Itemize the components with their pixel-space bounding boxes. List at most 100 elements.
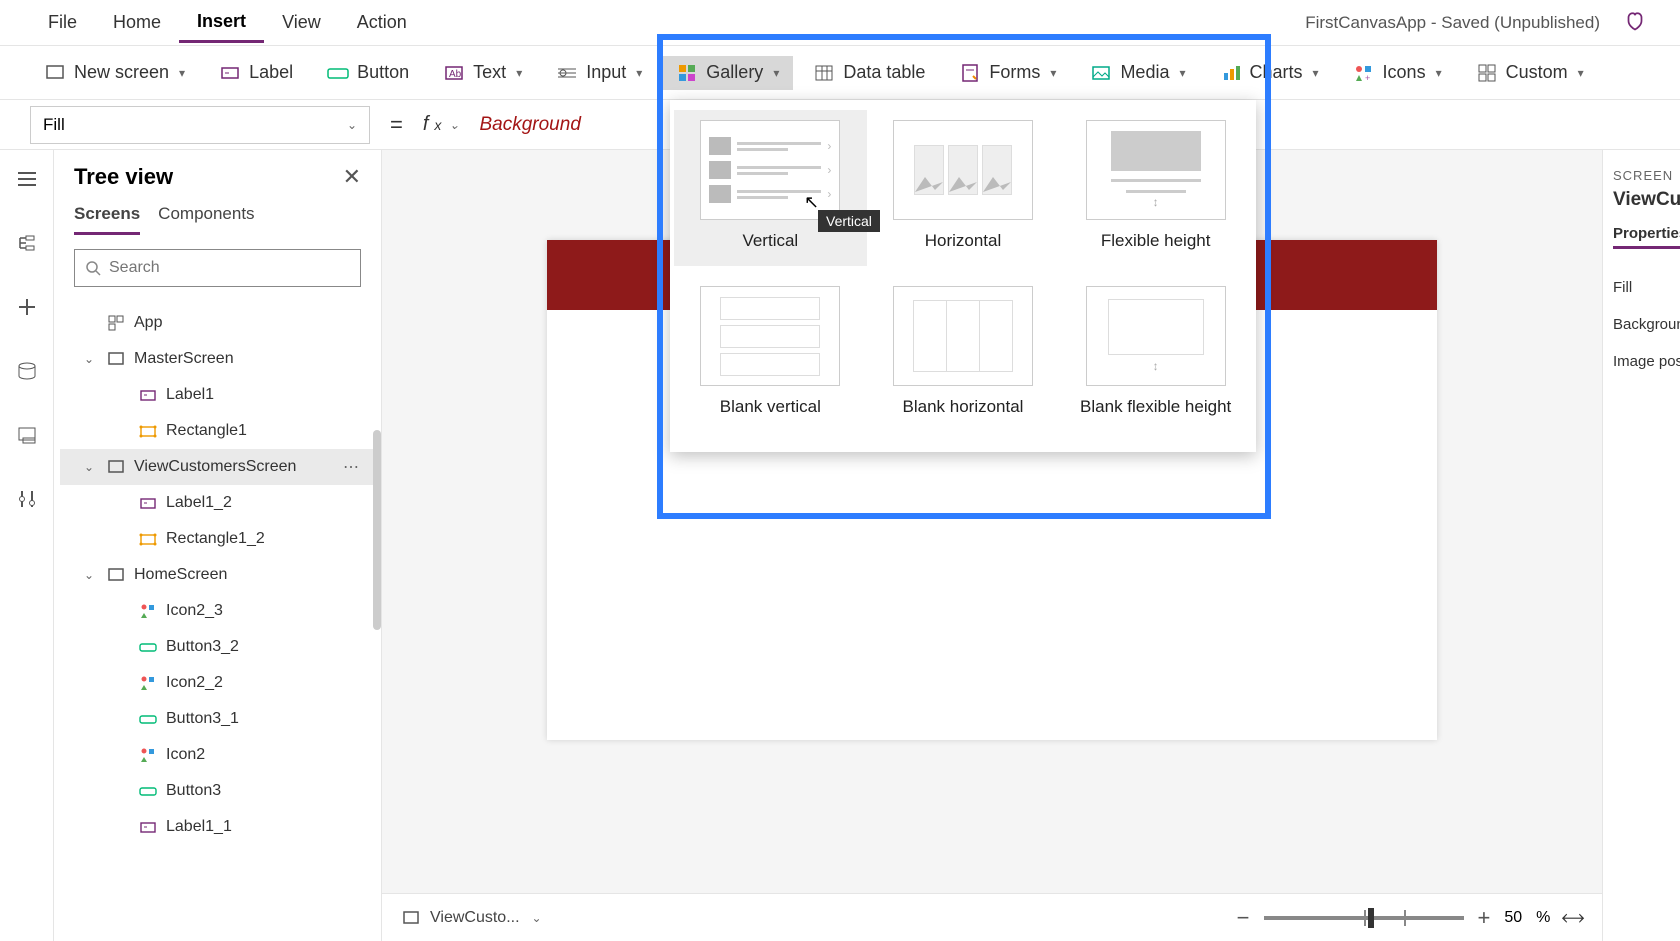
ribbon-label[interactable]: Label bbox=[205, 56, 307, 90]
zoom-slider[interactable] bbox=[1264, 916, 1464, 920]
media-icon bbox=[1090, 62, 1112, 84]
prop-row-fill[interactable]: Fill bbox=[1613, 269, 1670, 306]
tree-view-title: Tree view bbox=[74, 164, 173, 190]
tree-row[interactable]: Icon2_3 bbox=[60, 593, 381, 629]
ribbon-forms[interactable]: Forms ▾ bbox=[945, 56, 1070, 90]
advanced-tools-icon[interactable] bbox=[10, 482, 44, 516]
button-icon bbox=[138, 709, 158, 729]
label-icon bbox=[219, 62, 241, 84]
input-icon bbox=[556, 62, 578, 84]
tab-components[interactable]: Components bbox=[158, 204, 254, 235]
ribbon-text[interactable]: Ab Text ▾ bbox=[429, 56, 536, 90]
tree-row[interactable]: Icon2 bbox=[60, 737, 381, 773]
menu-file[interactable]: File bbox=[30, 4, 95, 41]
menu-insert[interactable]: Insert bbox=[179, 3, 264, 43]
gallery-vertical-thumb: › › › bbox=[700, 120, 840, 220]
ribbon-media-label: Media bbox=[1120, 62, 1169, 83]
forms-icon bbox=[959, 62, 981, 84]
gallery-opt-horizontal[interactable]: Horizontal bbox=[867, 110, 1060, 266]
text-icon: Ab bbox=[443, 62, 465, 84]
ribbon-data-table[interactable]: Data table bbox=[799, 56, 939, 90]
chevron-down-icon: ⌄ bbox=[449, 118, 459, 132]
hamburger-icon[interactable] bbox=[10, 162, 44, 196]
gallery-opt-vertical[interactable]: › › › Vertical bbox=[674, 110, 867, 266]
scrollbar[interactable] bbox=[373, 430, 381, 630]
tree-row[interactable]: ⌄ViewCustomersScreen⋯ bbox=[60, 449, 381, 485]
menu-action[interactable]: Action bbox=[339, 4, 425, 41]
gallery-dropdown: › › › Vertical Horizontal ↕ bbox=[670, 100, 1256, 452]
screen-icon bbox=[106, 565, 126, 585]
search-icon bbox=[85, 260, 101, 276]
add-icon[interactable] bbox=[10, 290, 44, 324]
tooltip: Vertical bbox=[818, 210, 880, 232]
ribbon-custom[interactable]: Custom ▾ bbox=[1462, 56, 1598, 90]
gallery-opt-label: Flexible height bbox=[1101, 230, 1211, 252]
tree-row[interactable]: Icon2_2 bbox=[60, 665, 381, 701]
tab-properties[interactable]: Properties bbox=[1613, 225, 1680, 249]
prop-row-background[interactable]: Background bbox=[1613, 306, 1670, 343]
menu-view[interactable]: View bbox=[264, 4, 339, 41]
ribbon: New screen ▾ Label Button Ab Text ▾ Inpu… bbox=[0, 46, 1680, 100]
prop-row-image-position[interactable]: Image posit bbox=[1613, 343, 1670, 380]
tab-screens[interactable]: Screens bbox=[74, 204, 140, 235]
gallery-opt-blank-vertical[interactable]: Blank vertical bbox=[674, 276, 867, 432]
gallery-opt-flexible-height[interactable]: ↕ Flexible height bbox=[1059, 110, 1252, 266]
formula-text[interactable]: Background bbox=[479, 114, 580, 136]
gallery-opt-blank-horizontal[interactable]: Blank horizontal bbox=[867, 276, 1060, 432]
rect-icon bbox=[138, 421, 158, 441]
fx-button[interactable]: fx⌄ bbox=[423, 113, 460, 136]
expand-toggle-icon[interactable]: ⌄ bbox=[84, 568, 98, 582]
tree-row[interactable]: ⌄HomeScreen bbox=[60, 557, 381, 593]
property-selector[interactable]: Fill ⌄ bbox=[30, 106, 370, 144]
gallery-flexible-thumb: ↕ bbox=[1086, 120, 1226, 220]
properties-panel: SCREEN ViewCusto Properties Fill Backgro… bbox=[1602, 150, 1680, 941]
zoom-in-button[interactable]: + bbox=[1478, 905, 1491, 931]
chevron-down-icon: ▾ bbox=[1436, 66, 1442, 80]
close-icon[interactable]: ✕ bbox=[343, 164, 361, 190]
zoom-out-button[interactable]: − bbox=[1237, 905, 1250, 931]
ribbon-gallery[interactable]: Gallery ▾ bbox=[662, 56, 793, 90]
tree-row[interactable]: Label1_2 bbox=[60, 485, 381, 521]
tree-row[interactable]: Label1 bbox=[60, 377, 381, 413]
gallery-opt-blank-flexible-height[interactable]: ↕ Blank flexible height bbox=[1059, 276, 1252, 432]
ribbon-charts-label: Charts bbox=[1250, 62, 1303, 83]
ribbon-input[interactable]: Input ▾ bbox=[542, 56, 656, 90]
tree-view-icon[interactable] bbox=[10, 226, 44, 260]
chevron-down-icon: ⌄ bbox=[347, 118, 357, 132]
tree-row[interactable]: Rectangle1 bbox=[60, 413, 381, 449]
footer-screen-name: ViewCusto... bbox=[430, 909, 520, 927]
tree-search[interactable] bbox=[74, 249, 361, 287]
more-options-icon[interactable]: ⋯ bbox=[343, 457, 369, 477]
ribbon-text-label: Text bbox=[473, 62, 506, 83]
screen-icon bbox=[106, 457, 126, 477]
ribbon-new-screen[interactable]: New screen ▾ bbox=[30, 56, 199, 90]
tree-search-input[interactable] bbox=[109, 259, 350, 277]
tree-row[interactable]: Label1_1 bbox=[60, 809, 381, 845]
data-icon[interactable] bbox=[10, 354, 44, 388]
expand-toggle-icon[interactable]: ⌄ bbox=[84, 460, 98, 474]
ribbon-icons[interactable]: + Icons ▾ bbox=[1339, 56, 1456, 90]
app-checker-icon[interactable] bbox=[1620, 8, 1650, 38]
tree-row[interactable]: Button3 bbox=[60, 773, 381, 809]
tree-row[interactable]: ⌄MasterScreen bbox=[60, 341, 381, 377]
media-rail-icon[interactable] bbox=[10, 418, 44, 452]
ribbon-button[interactable]: Button bbox=[313, 56, 423, 90]
gallery-blank-horizontal-thumb bbox=[893, 286, 1033, 386]
icons-icon bbox=[138, 745, 158, 765]
menu-home[interactable]: Home bbox=[95, 4, 179, 41]
ribbon-media[interactable]: Media ▾ bbox=[1076, 56, 1199, 90]
fit-to-window-icon[interactable]: ⤢ bbox=[1558, 902, 1589, 933]
ribbon-charts[interactable]: Charts ▾ bbox=[1206, 56, 1333, 90]
charts-icon bbox=[1220, 62, 1242, 84]
tree-row[interactable]: Rectangle1_2 bbox=[60, 521, 381, 557]
label-icon bbox=[138, 385, 158, 405]
new-screen-icon bbox=[44, 62, 66, 84]
rect-icon bbox=[138, 529, 158, 549]
tree-row[interactable]: Button3_1 bbox=[60, 701, 381, 737]
footer-screen-selector[interactable]: ViewCusto... ⌄ bbox=[402, 909, 542, 927]
expand-toggle-icon[interactable]: ⌄ bbox=[84, 352, 98, 366]
ribbon-new-screen-label: New screen bbox=[74, 62, 169, 83]
data-table-icon bbox=[813, 62, 835, 84]
tree-row[interactable]: Button3_2 bbox=[60, 629, 381, 665]
tree-row[interactable]: App bbox=[60, 305, 381, 341]
